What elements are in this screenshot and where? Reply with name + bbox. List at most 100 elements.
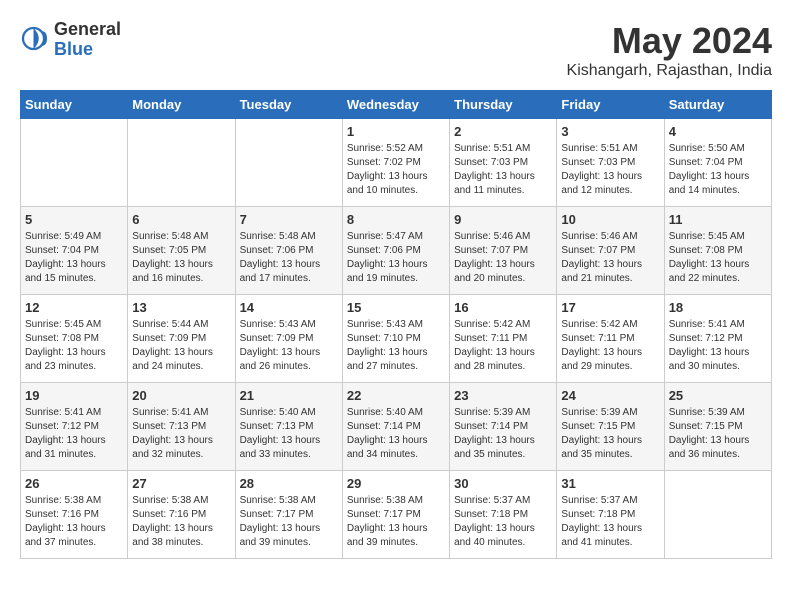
calendar-cell: 7 Sunrise: 5:48 AM Sunset: 7:06 PM Daylig…	[235, 207, 342, 295]
calendar-cell: 9Sunrise: 5:46 AM Sunset: 7:07 PM Daylig…	[450, 207, 557, 295]
calendar-cell: 10 Sunrise: 5:46 AM Sunset: 7:07 PM Dayli…	[557, 207, 664, 295]
calendar-cell: 17 Sunrise: 5:42 AM Sunset: 7:11 PM Dayli…	[557, 295, 664, 383]
calendar-cell: 16 Sunrise: 5:42 AM Sunset: 7:11 PM Dayli…	[450, 295, 557, 383]
cell-info: Sunrise: 5:42 AM Sunset: 7:11 PM Dayligh…	[561, 318, 659, 374]
day-number: 7	[240, 212, 338, 227]
calendar-cell: 27 Sunrise: 5:38 AM Sunset: 7:16 PM Dayli…	[128, 471, 235, 559]
cell-info: Sunrise: 5:48 AM Sunset: 7:06 PM Dayligh…	[240, 230, 338, 286]
cell-info: Sunrise: 5:46 AM Sunset: 7:07 PM Dayligh…	[561, 230, 659, 286]
day-number: 1	[347, 124, 445, 139]
calendar-cell: 2Sunrise: 5:51 AM Sunset: 7:03 PM Daylig…	[450, 119, 557, 207]
logo-blue: Blue	[54, 40, 121, 60]
day-number: 6	[132, 212, 230, 227]
day-number: 22	[347, 388, 445, 403]
logo-general: General	[54, 20, 121, 40]
cell-info: Sunrise: 5:46 AM Sunset: 7:07 PM Dayligh…	[454, 230, 552, 286]
day-number: 20	[132, 388, 230, 403]
page-header: General Blue May 2024 Kishangarh, Rajast…	[20, 20, 772, 80]
calendar-cell: 29Sunrise: 5:38 AM Sunset: 7:17 PM Dayli…	[342, 471, 449, 559]
cell-info: Sunrise: 5:51 AM Sunset: 7:03 PM Dayligh…	[561, 142, 659, 198]
cell-info: Sunrise: 5:51 AM Sunset: 7:03 PM Dayligh…	[454, 142, 552, 198]
cell-info: Sunrise: 5:38 AM Sunset: 7:17 PM Dayligh…	[240, 494, 338, 550]
weekday-header: Monday	[128, 91, 235, 119]
day-number: 27	[132, 476, 230, 491]
calendar-week-row: 5 Sunrise: 5:49 AM Sunset: 7:04 PM Daylig…	[21, 207, 772, 295]
day-number: 10	[561, 212, 659, 227]
day-number: 14	[240, 300, 338, 315]
calendar-cell: 14 Sunrise: 5:43 AM Sunset: 7:09 PM Dayli…	[235, 295, 342, 383]
calendar-cell: 13Sunrise: 5:44 AM Sunset: 7:09 PM Dayli…	[128, 295, 235, 383]
calendar-cell	[235, 119, 342, 207]
calendar-week-row: 1Sunrise: 5:52 AM Sunset: 7:02 PM Daylig…	[21, 119, 772, 207]
day-number: 26	[25, 476, 123, 491]
day-number: 25	[669, 388, 767, 403]
day-number: 8	[347, 212, 445, 227]
cell-info: Sunrise: 5:50 AM Sunset: 7:04 PM Dayligh…	[669, 142, 767, 198]
calendar-cell: 1Sunrise: 5:52 AM Sunset: 7:02 PM Daylig…	[342, 119, 449, 207]
cell-info: Sunrise: 5:37 AM Sunset: 7:18 PM Dayligh…	[561, 494, 659, 550]
month-title: May 2024	[567, 20, 772, 62]
cell-info: Sunrise: 5:40 AM Sunset: 7:13 PM Dayligh…	[240, 406, 338, 462]
logo-icon	[20, 25, 50, 55]
calendar-week-row: 12 Sunrise: 5:45 AM Sunset: 7:08 PM Dayli…	[21, 295, 772, 383]
cell-info: Sunrise: 5:42 AM Sunset: 7:11 PM Dayligh…	[454, 318, 552, 374]
calendar-cell: 4 Sunrise: 5:50 AM Sunset: 7:04 PM Daylig…	[664, 119, 771, 207]
calendar-cell: 28 Sunrise: 5:38 AM Sunset: 7:17 PM Dayli…	[235, 471, 342, 559]
day-number: 18	[669, 300, 767, 315]
cell-info: Sunrise: 5:47 AM Sunset: 7:06 PM Dayligh…	[347, 230, 445, 286]
day-number: 4	[669, 124, 767, 139]
cell-info: Sunrise: 5:49 AM Sunset: 7:04 PM Dayligh…	[25, 230, 123, 286]
calendar-week-row: 19 Sunrise: 5:41 AM Sunset: 7:12 PM Dayli…	[21, 383, 772, 471]
weekday-header: Tuesday	[235, 91, 342, 119]
weekday-header: Friday	[557, 91, 664, 119]
calendar-cell: 20 Sunrise: 5:41 AM Sunset: 7:13 PM Dayli…	[128, 383, 235, 471]
weekday-header: Saturday	[664, 91, 771, 119]
cell-info: Sunrise: 5:37 AM Sunset: 7:18 PM Dayligh…	[454, 494, 552, 550]
cell-info: Sunrise: 5:41 AM Sunset: 7:13 PM Dayligh…	[132, 406, 230, 462]
day-number: 3	[561, 124, 659, 139]
cell-info: Sunrise: 5:41 AM Sunset: 7:12 PM Dayligh…	[25, 406, 123, 462]
calendar-cell: 24 Sunrise: 5:39 AM Sunset: 7:15 PM Dayli…	[557, 383, 664, 471]
cell-info: Sunrise: 5:43 AM Sunset: 7:10 PM Dayligh…	[347, 318, 445, 374]
day-number: 17	[561, 300, 659, 315]
calendar-cell: 31 Sunrise: 5:37 AM Sunset: 7:18 PM Dayli…	[557, 471, 664, 559]
day-number: 23	[454, 388, 552, 403]
day-number: 11	[669, 212, 767, 227]
day-number: 16	[454, 300, 552, 315]
calendar-cell	[664, 471, 771, 559]
weekday-header: Thursday	[450, 91, 557, 119]
calendar-cell: 6 Sunrise: 5:48 AM Sunset: 7:05 PM Daylig…	[128, 207, 235, 295]
calendar-cell	[128, 119, 235, 207]
logo-text: General Blue	[54, 20, 121, 60]
day-number: 12	[25, 300, 123, 315]
weekday-header-row: SundayMondayTuesdayWednesdayThursdayFrid…	[21, 91, 772, 119]
weekday-header: Sunday	[21, 91, 128, 119]
calendar-cell: 30Sunrise: 5:37 AM Sunset: 7:18 PM Dayli…	[450, 471, 557, 559]
day-number: 28	[240, 476, 338, 491]
day-number: 29	[347, 476, 445, 491]
day-number: 5	[25, 212, 123, 227]
calendar-cell: 18Sunrise: 5:41 AM Sunset: 7:12 PM Dayli…	[664, 295, 771, 383]
calendar-cell: 8 Sunrise: 5:47 AM Sunset: 7:06 PM Daylig…	[342, 207, 449, 295]
calendar-cell: 3 Sunrise: 5:51 AM Sunset: 7:03 PM Daylig…	[557, 119, 664, 207]
location-title: Kishangarh, Rajasthan, India	[567, 62, 772, 80]
cell-info: Sunrise: 5:40 AM Sunset: 7:14 PM Dayligh…	[347, 406, 445, 462]
calendar-cell: 25 Sunrise: 5:39 AM Sunset: 7:15 PM Dayli…	[664, 383, 771, 471]
cell-info: Sunrise: 5:39 AM Sunset: 7:15 PM Dayligh…	[669, 406, 767, 462]
calendar-cell: 11 Sunrise: 5:45 AM Sunset: 7:08 PM Dayli…	[664, 207, 771, 295]
cell-info: Sunrise: 5:48 AM Sunset: 7:05 PM Dayligh…	[132, 230, 230, 286]
day-number: 31	[561, 476, 659, 491]
cell-info: Sunrise: 5:39 AM Sunset: 7:14 PM Dayligh…	[454, 406, 552, 462]
day-number: 24	[561, 388, 659, 403]
cell-info: Sunrise: 5:45 AM Sunset: 7:08 PM Dayligh…	[669, 230, 767, 286]
logo: General Blue	[20, 20, 121, 60]
day-number: 19	[25, 388, 123, 403]
cell-info: Sunrise: 5:45 AM Sunset: 7:08 PM Dayligh…	[25, 318, 123, 374]
calendar-cell: 15Sunrise: 5:43 AM Sunset: 7:10 PM Dayli…	[342, 295, 449, 383]
day-number: 21	[240, 388, 338, 403]
calendar-cell: 12 Sunrise: 5:45 AM Sunset: 7:08 PM Dayli…	[21, 295, 128, 383]
cell-info: Sunrise: 5:38 AM Sunset: 7:16 PM Dayligh…	[132, 494, 230, 550]
cell-info: Sunrise: 5:43 AM Sunset: 7:09 PM Dayligh…	[240, 318, 338, 374]
weekday-header: Wednesday	[342, 91, 449, 119]
cell-info: Sunrise: 5:39 AM Sunset: 7:15 PM Dayligh…	[561, 406, 659, 462]
